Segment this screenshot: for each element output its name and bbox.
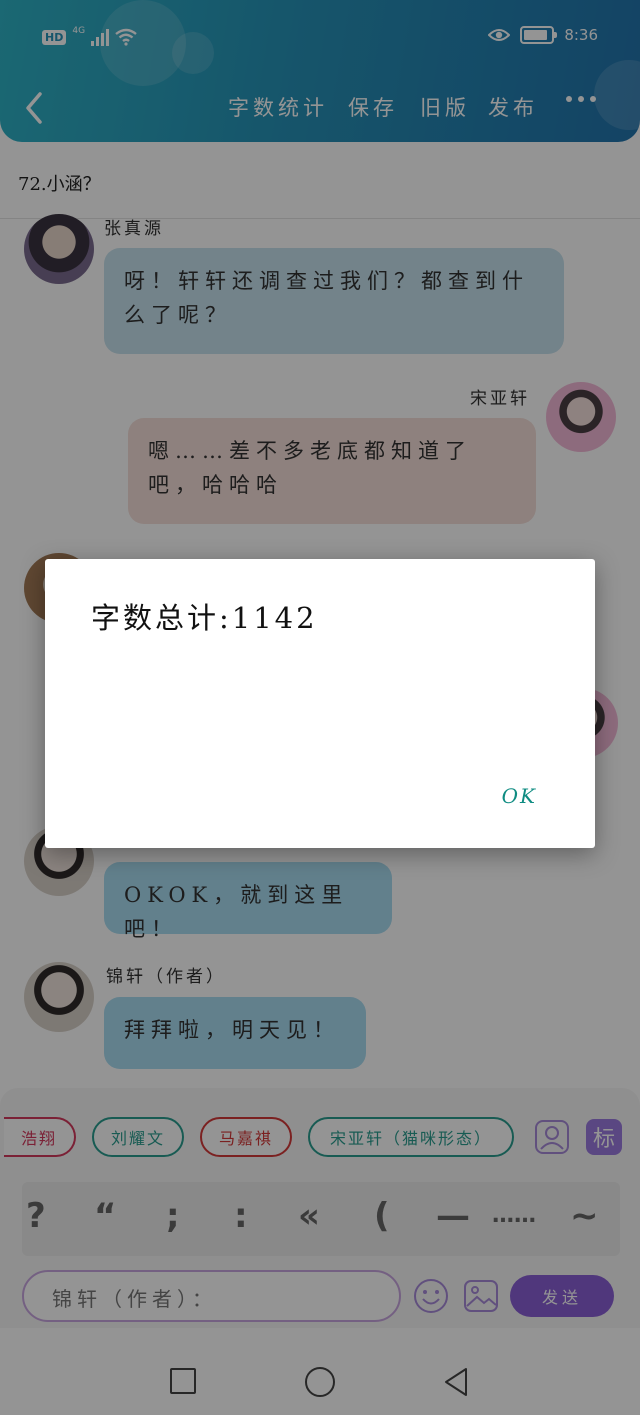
dialog-message: 字数总计:1142 xyxy=(91,601,318,635)
ok-button[interactable]: OK xyxy=(502,784,537,808)
word-count-dialog: 字数总计:1142 OK xyxy=(45,559,595,848)
